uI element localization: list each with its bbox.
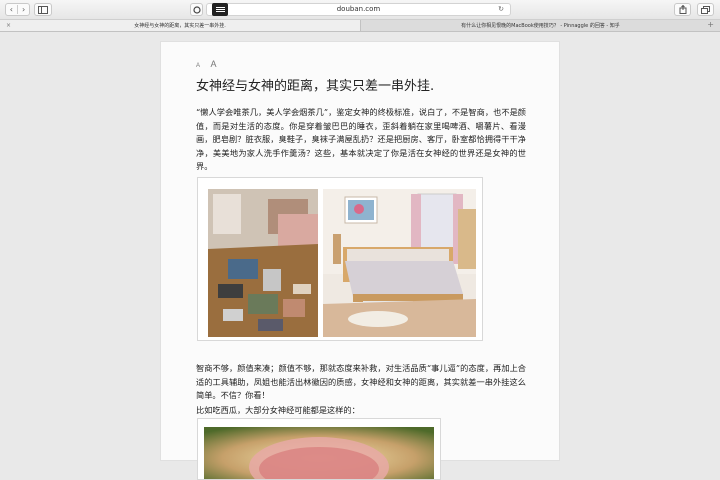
image-frame — [197, 177, 483, 341]
tabs-icon — [701, 5, 710, 14]
privacy-button[interactable] — [190, 3, 203, 16]
share-button[interactable] — [674, 3, 691, 16]
sidebar-icon — [38, 5, 48, 14]
tab-inactive[interactable]: 有什么让你相见恨晚的MacBook使用技巧？ - Pinnaggle 的回答 -… — [361, 20, 720, 31]
reader-page: A A 女神经与女神的距离，其实只差一串外挂. “懒人学会唯茶几，美人学会烟茶几… — [160, 41, 560, 480]
chevron-right-icon[interactable]: › — [22, 5, 25, 14]
tidy-bedroom-image — [323, 189, 476, 337]
new-tab-icon[interactable]: + — [707, 20, 714, 29]
share-icon — [679, 5, 686, 14]
reload-icon[interactable]: ↻ — [498, 5, 504, 13]
back-forward-buttons[interactable]: ‹ › — [5, 3, 30, 16]
close-tab-icon[interactable]: × — [6, 22, 11, 29]
shield-icon — [192, 5, 201, 14]
chevron-left-icon[interactable]: ‹ — [10, 5, 13, 14]
url-text: douban.com — [336, 5, 381, 13]
image-frame — [197, 418, 441, 480]
tab-active[interactable]: × 女神经与女神的距离，其实只差一串外挂. — [0, 20, 361, 31]
font-smaller-button[interactable]: A — [196, 63, 200, 69]
font-larger-button[interactable]: A — [210, 59, 216, 69]
messy-room-image — [208, 189, 318, 337]
browser-toolbar: ‹ › douban.com ↻ — [0, 0, 720, 20]
font-size-controls: A A — [196, 54, 216, 72]
paragraph: “懒人学会唯茶几，美人学会烟茶几”，鉴定女神的终极标准，说白了，不是智商，也不是… — [196, 107, 526, 171]
tab-bar: × 女神经与女神的距离，其实只差一串外挂. 有什么让你相见恨晚的MacBook使… — [0, 20, 720, 32]
tabs-button[interactable] — [697, 3, 714, 16]
reader-mode-icon[interactable] — [212, 3, 228, 16]
address-bar[interactable]: douban.com ↻ — [206, 3, 511, 16]
paragraph: 智商不够，颜值来凑；颜值不够，那就态度来补救，对生活品质“事儿逼”的态度，再加上… — [196, 363, 526, 400]
article-title: 女神经与女神的距离，其实只差一串外挂. — [196, 79, 435, 94]
paragraph: 比如吃西瓜，大部分女神经可能都是这样的： — [196, 405, 360, 415]
tab-title: 女神经与女神的距离，其实只差一串外挂. — [134, 23, 226, 29]
tab-title: 有什么让你相见恨晚的MacBook使用技巧？ - Pinnaggle 的回答 -… — [461, 23, 620, 29]
sidebar-button[interactable] — [34, 3, 52, 16]
watermelon-image — [204, 427, 434, 479]
